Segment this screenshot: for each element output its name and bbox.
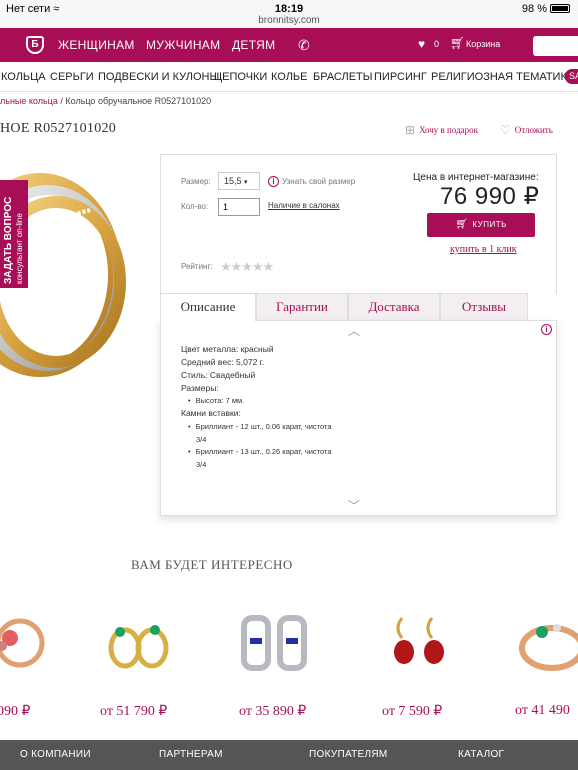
size-value: 15,5 — [224, 176, 242, 186]
brand-logo-icon[interactable]: Б — [26, 36, 44, 54]
clock: 18:19 — [274, 3, 304, 15]
one-click-buy-link[interactable]: купить в 1 клик — [450, 244, 517, 255]
tab-reviews[interactable]: Отзывы — [440, 293, 528, 320]
info-icon[interactable]: i — [541, 324, 552, 335]
favorites-count: 0 — [434, 39, 440, 49]
product-thumbnail[interactable] — [236, 608, 316, 678]
battery-icon — [550, 4, 570, 13]
size-guide-link[interactable]: Узнать свой размер — [282, 177, 355, 186]
tab-description[interactable]: Описание — [160, 293, 256, 321]
cart-link[interactable]: Корзина — [466, 39, 500, 49]
gift-icon: ⊞ — [405, 123, 416, 137]
heart-outline-icon: ♡ — [500, 123, 511, 137]
quantity-input[interactable]: 1 — [218, 198, 260, 216]
gift-link-label: Хочу в подарок — [419, 125, 479, 135]
category-piercing[interactable]: ПИРСИНГ — [374, 71, 427, 83]
ask-question-label: ЗАДАТЬ ВОПРОС — [3, 196, 14, 284]
product-price[interactable]: от 35 890 ₽ — [239, 703, 306, 720]
description-style: Стиль: Свадебный — [181, 370, 256, 380]
chevron-down-icon: ▾ — [244, 179, 248, 186]
footer-about[interactable]: О КОМПАНИИ — [20, 749, 91, 760]
product-price[interactable]: от 41 490 — [515, 703, 570, 719]
footer-partners[interactable]: ПАРТНЕРАМ — [159, 749, 223, 760]
nav-women[interactable]: ЖЕНЩИНАМ — [58, 38, 135, 52]
rating-stars[interactable]: ★★★★★ — [220, 259, 274, 275]
category-navigation: КОЛЬЦА СЕРЬГИ ПОДВЕСКИ И КУЛОНЫ ЦЕПОЧКИ … — [0, 62, 578, 92]
product-price[interactable]: от 7 590 ₽ — [382, 703, 442, 720]
breadcrumb-parent[interactable]: льные кольца — [0, 96, 58, 106]
buy-button-label: КУПИТЬ — [472, 220, 507, 229]
address-bar[interactable]: bronnitsy.com — [0, 15, 578, 26]
quantity-label: Кол-во: — [181, 202, 209, 211]
heart-icon[interactable]: ♥ — [418, 37, 425, 51]
sale-badge[interactable]: SA — [565, 69, 578, 84]
gift-link[interactable]: ⊞ Хочу в подарок — [405, 123, 478, 138]
recommendations-title: ВАМ БУДЕТ ИНТЕРЕСНО — [131, 557, 293, 572]
top-navigation: Б ЖЕНЩИНАМ МУЖЧИНАМ ДЕТЯМ ✆ ♥ 0 🛒︎ Корзи… — [0, 28, 578, 62]
rating-label: Рейтинг: — [181, 262, 213, 271]
category-bracelets[interactable]: БРАСЛЕТЫ — [313, 71, 373, 83]
description-metal-color: Цвет металла: красный — [181, 344, 274, 354]
buy-button[interactable]: 🛒︎ КУПИТЬ — [427, 213, 535, 237]
description-stone-1-clarity: 3/4 — [196, 435, 207, 444]
category-necklaces[interactable]: КОЛЬЕ — [271, 71, 308, 83]
chevron-down-icon[interactable]: ﹀ — [348, 497, 360, 514]
product-price[interactable]: от 51 790 ₽ — [100, 703, 167, 720]
size-select[interactable]: 15,5 ▾ — [218, 172, 260, 190]
category-pendants[interactable]: ПОДВЕСКИ И КУЛОНЫ — [98, 71, 219, 83]
footer-customers[interactable]: ПОКУПАТЕЛЯМ — [309, 749, 388, 760]
nav-kids[interactable]: ДЕТЯМ — [232, 38, 275, 52]
description-sizes: Размеры: — [181, 383, 219, 393]
description-stone-2-clarity: 3/4 — [196, 460, 207, 469]
description-stones-label: Камни вставки: — [181, 408, 241, 418]
footer: О КОМПАНИИ ПАРТНЕРАМ ПОКУПАТЕЛЯМ КАТАЛОГ — [0, 740, 578, 770]
category-religious[interactable]: РЕЛИГИОЗНАЯ ТЕМАТИКА — [431, 71, 574, 83]
description-stone-1: Бриллиант - 12 шт., 0.06 карат, чистота — [188, 422, 332, 431]
nav-men[interactable]: МУЖЧИНАМ — [146, 38, 220, 52]
ask-question-tab[interactable]: ЗАДАТЬ ВОПРОС консультант on-line — [0, 180, 28, 288]
product-price[interactable]: 090 ₽ — [0, 703, 30, 720]
ios-status-bar: Нет сети ≈ 18:19 bronnitsy.com 98 % — [0, 0, 578, 28]
tab-warranty[interactable]: Гарантии — [256, 293, 348, 320]
category-earrings[interactable]: СЕРЬГИ — [50, 71, 94, 83]
page-title: НОЕ R0527101020 — [0, 121, 117, 136]
product-thumbnail[interactable] — [380, 608, 460, 678]
phone-icon[interactable]: ✆ — [298, 37, 310, 54]
availability-link[interactable]: Наличие в салонах — [268, 201, 340, 210]
description-stone-2: Бриллиант - 13 шт., 0.26 карат, чистота — [188, 447, 332, 456]
footer-catalog[interactable]: КАТАЛОГ — [458, 749, 504, 760]
breadcrumb-separator: / — [60, 96, 63, 106]
product-thumbnail[interactable] — [100, 608, 180, 678]
cart-icon[interactable]: 🛒︎ — [450, 36, 465, 50]
save-for-later-link[interactable]: ♡ Отложить — [500, 123, 553, 138]
category-chains[interactable]: ЦЕПОЧКИ — [214, 71, 267, 83]
description-weight: Средний вес: 5,072 г. — [181, 357, 265, 367]
save-for-later-label: Отложить — [514, 125, 553, 135]
tab-delivery[interactable]: Доставка — [348, 293, 440, 320]
description-height: Высота: 7 мм. — [188, 396, 245, 405]
breadcrumb-current: Кольцо обручальное R0527101020 — [65, 96, 212, 106]
battery-status: 98 % — [522, 3, 570, 15]
chevron-up-icon[interactable]: ︿ — [348, 322, 360, 339]
search-input[interactable] — [533, 36, 578, 56]
category-rings[interactable]: КОЛЬЦА — [1, 71, 46, 83]
size-label: Размер: — [181, 177, 211, 186]
breadcrumb: льные кольца / Кольцо обручальное R05271… — [0, 96, 211, 106]
price: 76 990 ₽ — [440, 183, 540, 210]
cart-icon: 🛒︎ — [455, 219, 469, 230]
consultant-label: консультант on-line — [15, 213, 24, 284]
product-tabs: Описание Гарантии Доставка Отзывы — [160, 293, 557, 321]
info-icon[interactable]: i — [268, 176, 279, 187]
product-thumbnail[interactable] — [512, 608, 578, 678]
product-thumbnail[interactable] — [0, 608, 60, 678]
